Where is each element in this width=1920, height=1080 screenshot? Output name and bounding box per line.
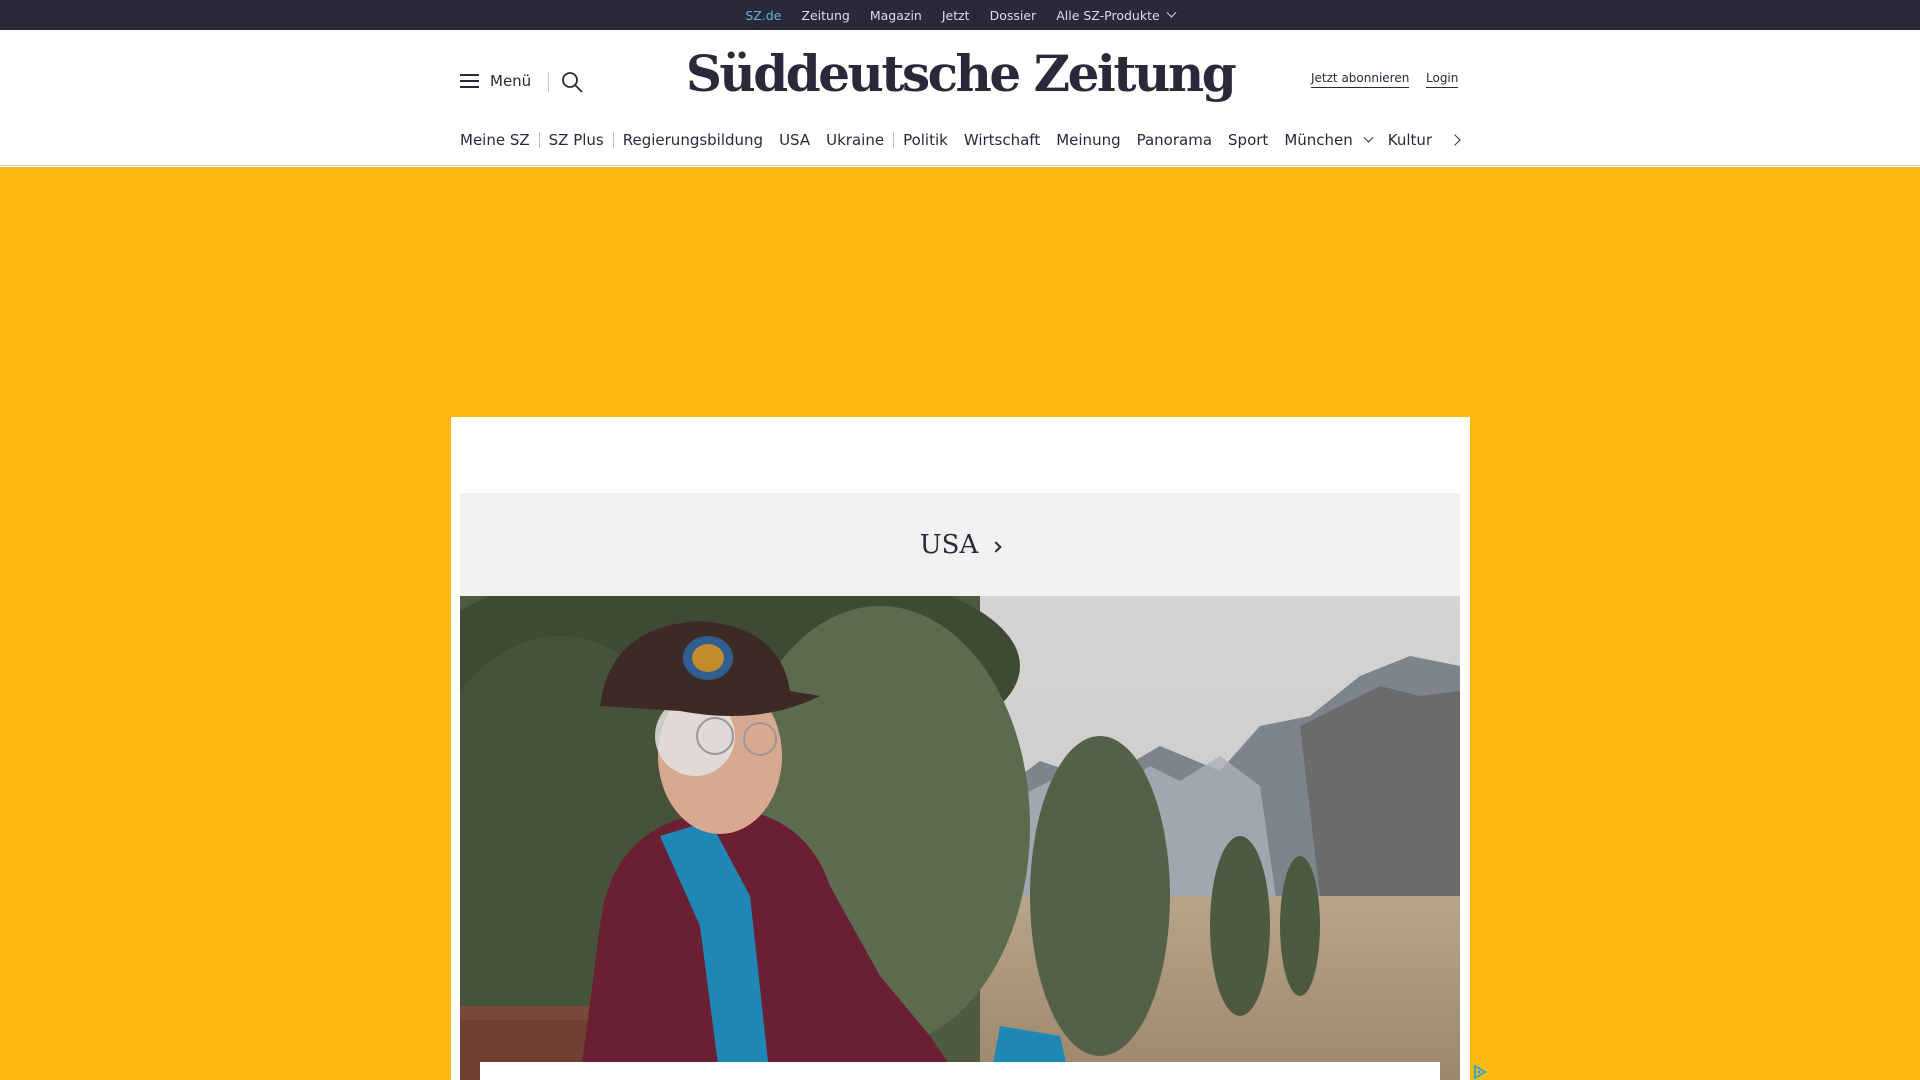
- chevron-right-icon: [990, 541, 1002, 553]
- nav-separator: [893, 132, 895, 148]
- chevron-down-icon: [1363, 132, 1374, 143]
- product-link-zeitung[interactable]: Zeitung: [791, 8, 859, 23]
- nav-item-kultur[interactable]: Kultur: [1388, 131, 1432, 149]
- nav-item-muenchen-label: München: [1284, 131, 1353, 149]
- nav-item-politik[interactable]: Politik: [903, 131, 948, 149]
- nav-item-panorama[interactable]: Panorama: [1137, 131, 1212, 149]
- product-link-magazin[interactable]: Magazin: [860, 8, 932, 23]
- section-title: USA: [919, 530, 979, 560]
- nav-item-meine-sz[interactable]: Meine SZ: [460, 131, 530, 149]
- product-links: SZ.de Zeitung Magazin Jetzt Dossier Alle…: [0, 0, 1920, 33]
- nav-separator: [538, 132, 540, 148]
- site-logo[interactable]: Süddeutsche Zeitung: [0, 44, 1920, 103]
- site-header: Menü Süddeutsche Zeitung Jetzt abonniere…: [0, 30, 1920, 166]
- nav-item-usa[interactable]: USA: [779, 131, 810, 149]
- product-link-alle-produkte[interactable]: Alle SZ-Produkte: [1046, 7, 1184, 23]
- product-link-dossier[interactable]: Dossier: [980, 8, 1047, 23]
- chevron-right-icon[interactable]: [1450, 133, 1464, 147]
- nav-item-ukraine[interactable]: Ukraine: [826, 131, 884, 149]
- main-nav: Meine SZ SZ Plus Regierungsbildung USA U…: [460, 128, 1432, 152]
- nav-item-meinung[interactable]: Meinung: [1056, 131, 1120, 149]
- subscribe-link[interactable]: Jetzt abonnieren: [1311, 71, 1410, 88]
- section-header-usa[interactable]: USA: [460, 493, 1460, 597]
- chevron-down-icon: [1166, 7, 1177, 18]
- nav-item-sz-plus[interactable]: SZ Plus: [549, 131, 604, 149]
- nav-item-muenchen[interactable]: München: [1284, 131, 1374, 149]
- nav-item-regierungsbildung[interactable]: Regierungsbildung: [623, 131, 763, 149]
- adchoices-icon[interactable]: [1473, 1064, 1487, 1080]
- product-link-jetzt[interactable]: Jetzt: [932, 8, 980, 23]
- nav-item-wirtschaft[interactable]: Wirtschaft: [964, 131, 1040, 149]
- product-link-szde[interactable]: SZ.de: [735, 8, 791, 33]
- login-link[interactable]: Login: [1426, 71, 1459, 88]
- nav-item-sport[interactable]: Sport: [1228, 131, 1268, 149]
- ad-content-card: USA: [451, 417, 1470, 1080]
- nav-separator: [612, 132, 614, 148]
- product-link-alle-produkte-label: Alle SZ-Produkte: [1056, 7, 1160, 23]
- product-bar: SZ.de Zeitung Magazin Jetzt Dossier Alle…: [0, 0, 1920, 33]
- teaser-image[interactable]: [460, 596, 1460, 1080]
